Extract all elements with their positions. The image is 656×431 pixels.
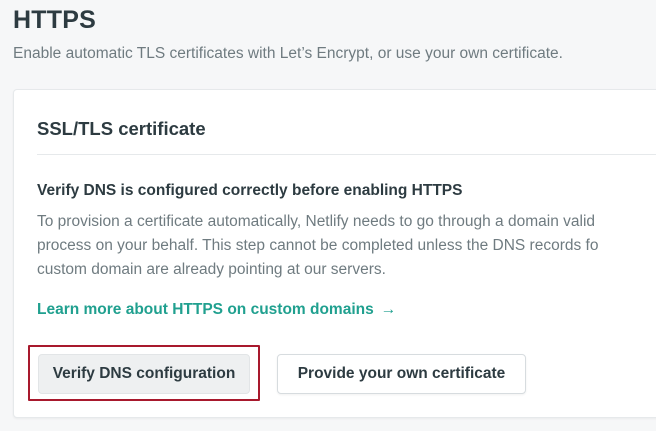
card-divider xyxy=(37,154,656,155)
notice-body-line: process on your behalf. This step cannot… xyxy=(37,237,599,254)
notice-body: To provision a certificate automatically… xyxy=(37,210,656,282)
notice-body-line: To provision a certificate automatically… xyxy=(37,213,596,230)
learn-more-https-link[interactable]: Learn more about HTTPS on custom domains… xyxy=(37,301,396,319)
arrow-right-icon: → xyxy=(380,301,397,318)
ssl-certificate-card: SSL/TLS certificate Verify DNS is config… xyxy=(13,89,656,418)
learn-more-link-label: Learn more about HTTPS on custom domains xyxy=(37,301,374,318)
https-settings-page: HTTPS Enable automatic TLS certificates … xyxy=(0,0,656,431)
verify-dns-button[interactable]: Verify DNS configuration xyxy=(38,354,250,394)
section-description: Enable automatic TLS certificates with L… xyxy=(13,45,563,62)
notice-body-line: custom domain are already pointing at ou… xyxy=(37,261,386,278)
card-title: SSL/TLS certificate xyxy=(37,118,206,139)
provide-certificate-button[interactable]: Provide your own certificate xyxy=(277,354,526,394)
section-title: HTTPS xyxy=(13,6,96,34)
notice-title: Verify DNS is configured correctly befor… xyxy=(37,182,463,199)
